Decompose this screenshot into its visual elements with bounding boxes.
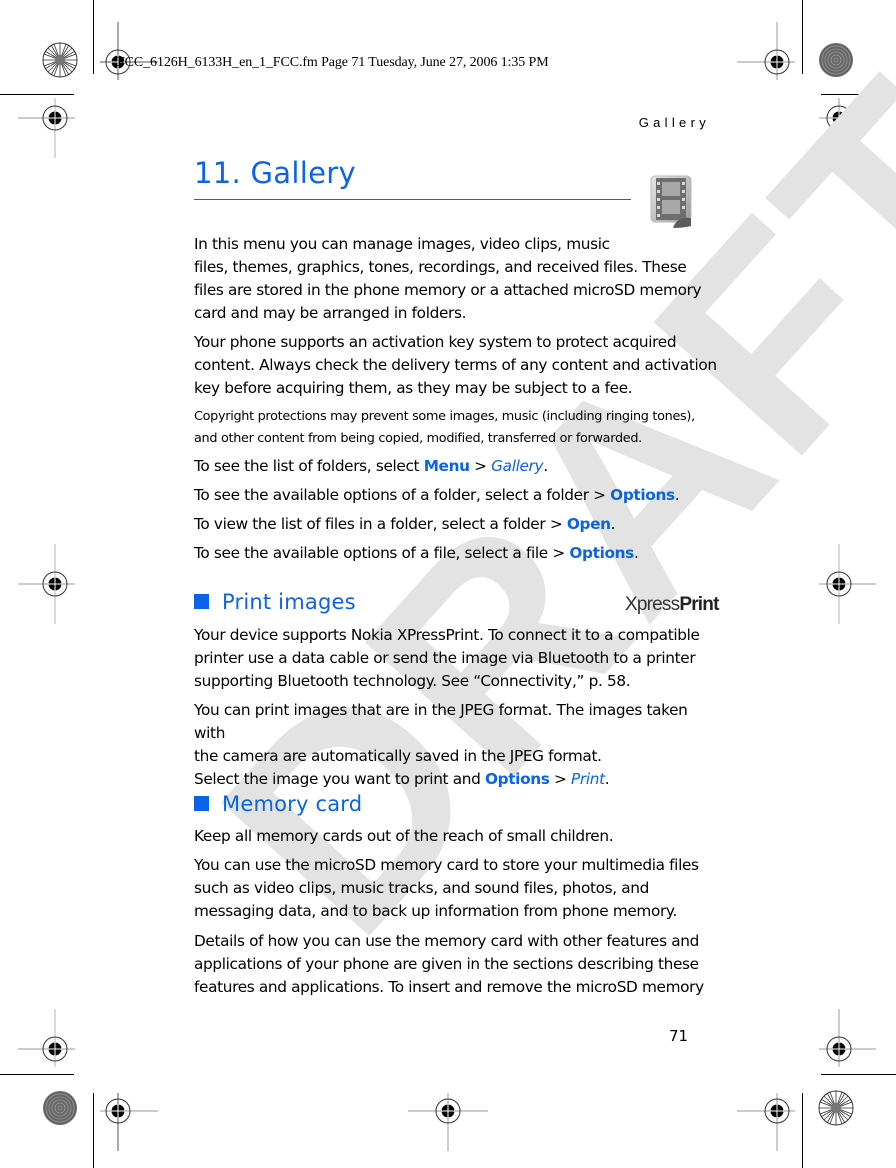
instruction-list-folders: To see the list of folders, select Menu …: [194, 457, 548, 475]
film-gallery-icon: [650, 175, 692, 228]
running-header: Gallery: [638, 115, 710, 130]
title-rule: [194, 199, 631, 200]
section-bullet-icon: [194, 594, 209, 609]
print-keyword: Print: [571, 770, 605, 788]
section-bullet-icon: [194, 796, 209, 811]
registration-mark-icon: [100, 1093, 158, 1151]
options-keyword: Options: [569, 544, 634, 562]
registration-mark-icon: [408, 1093, 488, 1151]
instruction-file-options: To see the available options of a file, …: [194, 544, 639, 562]
concentric-target-icon: [43, 1091, 77, 1125]
instruction-folder-options: To see the available options of a folder…: [194, 486, 680, 504]
options-keyword: Options: [610, 486, 675, 504]
open-keyword: Open: [566, 515, 611, 533]
menu-keyword: Menu: [423, 457, 470, 475]
registration-mark-icon: [18, 98, 75, 158]
xpressprint-paragraph: Your device supports Nokia XPressPrint. …: [194, 626, 700, 690]
options-keyword: Options: [484, 770, 550, 788]
section-heading-memory-card: Memory card: [194, 792, 362, 816]
memory-card-details: Details of how you can use the memory ca…: [194, 932, 704, 996]
copyright-note: Copyright protections may prevent some i…: [194, 409, 695, 446]
print-slug: FCC_6126H_6133H_en_1_FCC.fm Page 71 Tues…: [117, 55, 549, 70]
section-heading-print-images: Print images: [194, 590, 356, 614]
page-number: 71: [669, 1027, 689, 1045]
chapter-title: 11. Gallery: [194, 156, 356, 190]
star-target-icon: [818, 1090, 854, 1126]
registration-mark-icon: [18, 544, 75, 624]
registration-mark-icon: [737, 1093, 795, 1151]
star-target-icon: [42, 42, 78, 78]
xpressprint-logo: XpressPrint: [625, 594, 719, 615]
instruction-open-folder: To view the list of files in a folder, s…: [194, 515, 616, 533]
gallery-keyword: Gallery: [491, 457, 544, 475]
activation-key-paragraph: Your phone supports an activation key sy…: [194, 333, 717, 397]
intro-paragraph: In this menu you can manage images, vide…: [194, 235, 702, 322]
memory-card-warning: Keep all memory cards out of the reach o…: [194, 827, 614, 845]
jpeg-paragraph: You can print images that are in the JPE…: [194, 701, 688, 788]
registration-mark-icon: [819, 544, 876, 624]
memory-card-usage: You can use the microSD memory card to s…: [194, 856, 699, 920]
